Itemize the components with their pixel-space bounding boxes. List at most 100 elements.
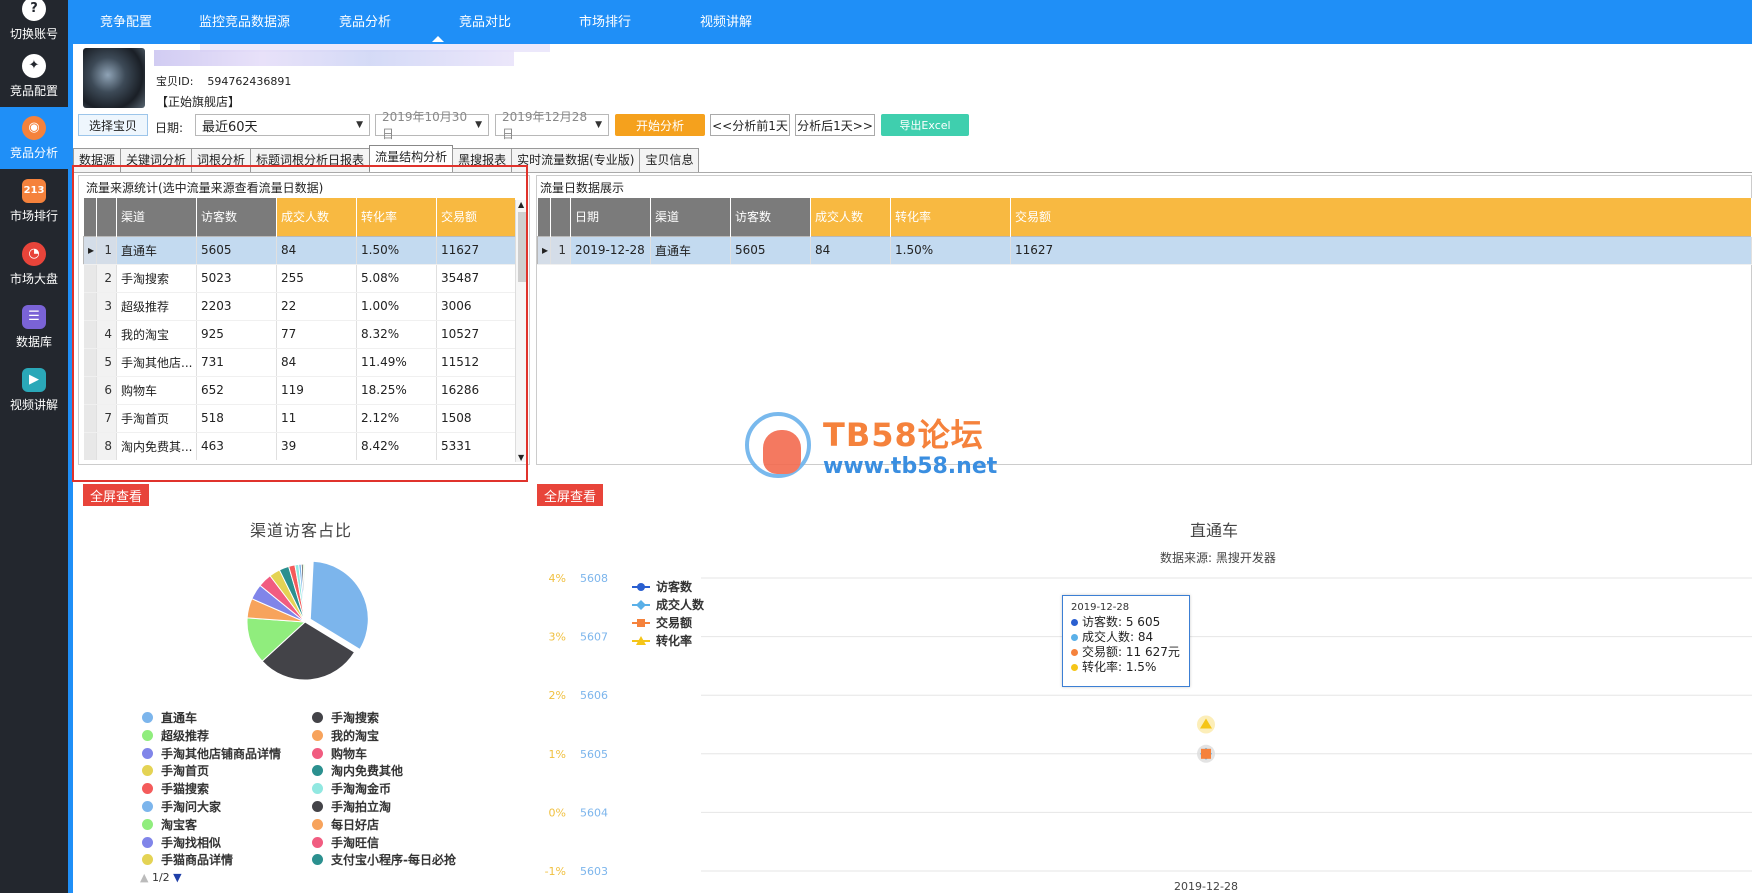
end-date-picker[interactable]: 2019年12月28日 ▼ xyxy=(495,110,609,141)
legend-item[interactable]: 超级推荐 xyxy=(142,727,209,744)
fullscreen-button-line[interactable]: 全屏查看 xyxy=(537,484,603,506)
chevron-down-icon: ▼ xyxy=(475,120,482,130)
start-date-picker[interactable]: 2019年10月30日 ▼ xyxy=(375,110,489,141)
left-axis-tick: 3% xyxy=(549,631,566,644)
export-excel-button[interactable]: 导出Excel xyxy=(881,114,969,136)
bird-icon: ✦ xyxy=(22,53,46,78)
legend-item[interactable]: 每日好店 xyxy=(312,816,379,833)
top-navigation: 竞争配置 监控竞品数据源 竞品分析 竞品对比 市场排行 视频讲解 xyxy=(68,0,1752,44)
legend-marker xyxy=(637,583,645,591)
column-header-buyers[interactable]: 成交人数 xyxy=(810,198,891,236)
table-row[interactable]: ▸ 1 2019-12-28 直通车 5605 84 1.50% 11627 xyxy=(537,236,1752,265)
column-header-amount[interactable]: 交易额 xyxy=(1010,198,1752,236)
legend-item[interactable]: 手淘找相似 xyxy=(142,834,221,851)
legend-dot xyxy=(312,747,323,759)
legend-item[interactable]: 手淘淘金币 xyxy=(312,780,391,797)
video-icon: ▶ xyxy=(22,367,46,392)
legend-item[interactable]: 支付宝小程序-每日必抢 xyxy=(312,851,456,868)
legend-label: 手淘问大家 xyxy=(161,800,222,814)
legend-item[interactable]: 淘宝客 xyxy=(142,816,197,833)
legend-dot xyxy=(142,712,153,723)
legend-label: 手淘其他店铺商品详情 xyxy=(161,746,282,761)
left-axis-tick: -1% xyxy=(545,865,566,878)
legend-dot xyxy=(312,836,323,848)
blurred-product-title xyxy=(154,50,514,66)
sidebar-item-label: 切换账号 xyxy=(9,26,58,41)
tab-item-info[interactable]: 宝贝信息 xyxy=(639,148,700,172)
nav-item-market-ranking[interactable]: 市场排行 xyxy=(579,11,631,30)
legend-dot xyxy=(312,854,323,866)
legend-item[interactable]: 直通车 xyxy=(142,709,197,726)
legend-dot xyxy=(142,765,153,777)
legend-label[interactable]: 访客数 xyxy=(656,579,693,594)
nav-item-monitor-source[interactable]: 监控竞品数据源 xyxy=(199,11,290,30)
active-nav-caret xyxy=(432,36,444,42)
date-range-select[interactable]: 最近60天 ▼ xyxy=(195,114,370,136)
legend-label: 购物车 xyxy=(331,746,368,761)
legend-label: 每日好店 xyxy=(331,817,380,832)
left-axis-tick: 1% xyxy=(549,748,566,761)
nav-item-competitor-compare[interactable]: 竞品对比 xyxy=(459,11,511,30)
cell-visitors: 5605 xyxy=(730,236,811,265)
legend-label: 淘宝客 xyxy=(161,817,198,832)
legend-item[interactable]: 手淘首页 xyxy=(142,762,209,779)
sidebar-item-competitor-analysis[interactable]: ◉ 竞品分析 xyxy=(0,107,68,169)
choose-item-button[interactable]: 选择宝贝 xyxy=(78,114,148,136)
legend-item[interactable]: 手猫搜索 xyxy=(142,780,209,797)
legend-dot xyxy=(142,818,153,830)
pager-next-icon[interactable]: ▼ xyxy=(173,871,181,884)
legend-item[interactable]: 购物车 xyxy=(312,745,367,762)
sidebar-item-market-dashboard[interactable]: ◔ 市场大盘 xyxy=(0,233,68,295)
nav-item-competitor-analysis[interactable]: 竞品分析 xyxy=(339,11,391,30)
legend-item[interactable]: 手猫商品详情 xyxy=(142,851,233,868)
legend-item[interactable]: 手淘拍立淘 xyxy=(312,798,391,815)
column-header-channel[interactable]: 渠道 xyxy=(650,198,731,236)
legend-label[interactable]: 成交人数 xyxy=(656,597,705,612)
pager-prev-icon[interactable]: ▲ xyxy=(140,871,148,884)
legend-label[interactable]: 交易额 xyxy=(656,615,692,630)
right-axis-tick: 5608 xyxy=(580,572,608,585)
tab-realtime-traffic[interactable]: 实时流量数据(专业版) xyxy=(511,148,641,172)
legend-pager[interactable]: ▲ 1/2 ▼ xyxy=(140,871,182,884)
ranking-icon: 213 xyxy=(22,178,46,203)
data-point-amount[interactable] xyxy=(1201,748,1211,759)
tooltip-row: 转化率: 1.5% xyxy=(1071,660,1181,675)
nav-item-video[interactable]: 视频讲解 xyxy=(700,11,752,30)
left-sidebar: ? 切换账号 ✦ 竞品配置 ◉ 竞品分析 213 市场排行 ◔ 市场大盘 ☰ 数… xyxy=(0,0,68,893)
tooltip-row: 访客数: 5 605 xyxy=(1071,615,1181,630)
sidebar-item-label: 视频讲解 xyxy=(9,397,58,412)
legend-item[interactable]: 我的淘宝 xyxy=(312,727,379,744)
row-selector-header xyxy=(537,198,551,236)
nav-item-competition-config[interactable]: 竞争配置 xyxy=(100,11,152,30)
sidebar-item-database[interactable]: ☰ 数据库 xyxy=(0,296,68,358)
right-axis-tick: 5603 xyxy=(580,865,608,878)
legend-item[interactable]: 手淘问大家 xyxy=(142,798,221,815)
chevron-down-icon: ▼ xyxy=(356,120,363,130)
legend-label: 手猫搜索 xyxy=(161,782,210,797)
legend-item[interactable]: 手淘搜索 xyxy=(312,709,379,726)
legend-dot xyxy=(142,747,153,759)
analyze-next-day-button[interactable]: 分析后1天>> xyxy=(795,114,875,136)
legend-item[interactable]: 手淘其他店铺商品详情 xyxy=(142,745,281,762)
legend-dot xyxy=(312,729,323,741)
watermark-url: www.tb58.net xyxy=(823,454,998,479)
tooltip-text: 访客数: 5 605 xyxy=(1082,615,1161,629)
tooltip-text: 成交人数: 84 xyxy=(1082,630,1154,644)
legend-label[interactable]: 转化率 xyxy=(656,633,692,648)
column-header-rate[interactable]: 转化率 xyxy=(890,198,1011,236)
column-header-visitors[interactable]: 访客数 xyxy=(730,198,811,236)
column-header-date[interactable]: 日期 xyxy=(570,198,651,236)
eye-icon: ◉ xyxy=(22,115,46,140)
sidebar-item-competitor-config[interactable]: ✦ 竞品配置 xyxy=(0,45,68,107)
legend-item[interactable]: 手淘旺信 xyxy=(312,834,379,851)
product-thumbnail xyxy=(83,48,145,108)
legend-label: 手猫商品详情 xyxy=(161,853,234,868)
start-analysis-button[interactable]: 开始分析 xyxy=(615,114,705,136)
legend-item[interactable]: 淘内免费其他 xyxy=(312,762,403,779)
analyze-prev-day-button[interactable]: <<分析前1天 xyxy=(710,114,790,136)
sidebar-item-switch-account[interactable]: ? 切换账号 xyxy=(0,0,68,50)
sidebar-item-video[interactable]: ▶ 视频讲解 xyxy=(0,359,68,421)
sidebar-item-market-ranking[interactable]: 213 市场排行 xyxy=(0,170,68,232)
product-id-value: 594762436891 xyxy=(207,75,292,88)
fullscreen-button-pie[interactable]: 全屏查看 xyxy=(83,484,149,506)
